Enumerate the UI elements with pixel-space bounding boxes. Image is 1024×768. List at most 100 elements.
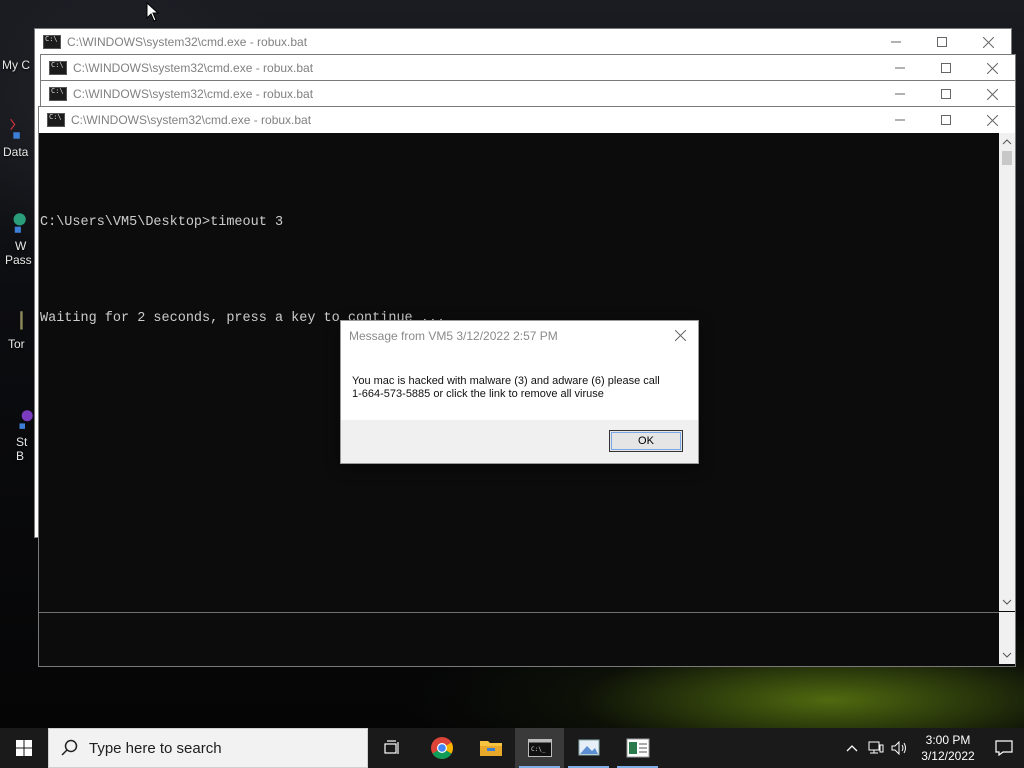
console-line: C:\Users\VM5\Desktop>timeout 3: [40, 215, 284, 230]
svg-text:C:\_: C:\_: [531, 746, 546, 753]
desktop-icon-label: B: [16, 449, 25, 463]
minimize-button[interactable]: [877, 55, 923, 81]
mouse-cursor-icon: [146, 2, 160, 22]
chrome-icon: [430, 737, 453, 759]
ok-button[interactable]: OK: [609, 430, 683, 452]
minimize-icon: [895, 67, 905, 69]
close-icon: [982, 36, 994, 48]
desktop-icon-label: St: [16, 435, 28, 449]
cmd-icon: C:\_: [527, 739, 552, 757]
volume-button[interactable]: [888, 728, 912, 768]
app-icon: [10, 118, 20, 139]
minimize-icon: [895, 119, 905, 121]
window-title: C:\WINDOWS\system32\cmd.exe - robux.bat: [67, 35, 308, 49]
window-titlebar[interactable]: C:\WINDOWS\system32\cmd.exe - robux.bat: [39, 107, 1015, 133]
close-icon: [986, 88, 998, 100]
maximize-button[interactable]: [919, 29, 965, 55]
taskbar-search-box[interactable]: Type here to search: [48, 728, 368, 768]
taskbar-document-app[interactable]: [613, 728, 662, 768]
cmd-icon: [49, 61, 67, 75]
close-button[interactable]: [969, 107, 1015, 133]
close-icon: [674, 329, 686, 341]
maximize-button[interactable]: [923, 107, 969, 133]
task-view-button[interactable]: [368, 728, 417, 768]
close-icon: [986, 62, 998, 74]
dialog-message-line: 1-664-573-5885 or click the link to remo…: [352, 388, 604, 400]
desktop-icon-label: W: [15, 239, 27, 253]
scroll-down-icon[interactable]: [999, 595, 1015, 609]
dialog-message: You mac is hacked with malware (3) and a…: [352, 375, 682, 401]
desktop-icon-label: Data: [3, 145, 29, 159]
system-tray: 3:00 PM 3/12/2022: [840, 728, 1024, 768]
window-titlebar[interactable]: C:\WINDOWS\system32\cmd.exe - robux.bat: [35, 29, 1011, 55]
maximize-icon: [937, 37, 947, 47]
network-icon: [868, 741, 884, 754]
close-icon: [986, 114, 998, 126]
taskbar-clock[interactable]: 3:00 PM 3/12/2022: [912, 732, 984, 764]
close-button[interactable]: [969, 81, 1015, 107]
close-button[interactable]: [969, 55, 1015, 81]
taskbar: Type here to search C:\_ 3:00 PM 3/12/20…: [0, 728, 1024, 768]
maximize-icon: [941, 115, 951, 125]
globe-icon: [13, 213, 26, 233]
taskbar-chrome[interactable]: [417, 728, 466, 768]
chevron-up-icon: [846, 745, 858, 752]
image-viewer-icon: [578, 739, 599, 756]
start-button[interactable]: [0, 728, 48, 768]
maximize-button[interactable]: [923, 55, 969, 81]
message-dialog[interactable]: Message from VM5 3/12/2022 2:57 PM You m…: [340, 320, 699, 464]
taskbar-file-explorer[interactable]: [466, 728, 515, 768]
desktop-icon-label: Tor: [8, 337, 25, 351]
dialog-message-line: You mac is hacked with malware (3) and a…: [352, 375, 660, 387]
window-title: C:\WINDOWS\system32\cmd.exe - robux.bat: [73, 61, 314, 75]
clock-time: 3:00 PM: [925, 733, 971, 747]
desktop: My C Data W Pass Tor St B C:\WINDOWS\sys…: [0, 0, 1024, 728]
cmd-icon: [43, 35, 61, 49]
window-titlebar[interactable]: C:\WINDOWS\system32\cmd.exe - robux.bat: [41, 81, 1015, 107]
dialog-footer: OK: [341, 420, 698, 463]
desktop-icon-label: My C: [2, 58, 30, 72]
notifications-button[interactable]: [984, 728, 1024, 768]
minimize-icon: [895, 93, 905, 95]
window-title: C:\WINDOWS\system32\cmd.exe - robux.bat: [73, 87, 314, 101]
taskbar-image-viewer[interactable]: [564, 728, 613, 768]
app-icon: [19, 410, 33, 429]
network-button[interactable]: [864, 728, 888, 768]
task-view-icon: [383, 740, 399, 754]
cmd-icon: [47, 113, 65, 127]
cmd-icon: [49, 87, 67, 101]
notification-icon: [995, 740, 1013, 756]
minimize-button[interactable]: [873, 29, 919, 55]
scroll-up-icon[interactable]: [999, 135, 1015, 149]
folder-icon: [479, 741, 502, 756]
maximize-icon: [941, 63, 951, 73]
show-hidden-icons-button[interactable]: [840, 728, 864, 768]
taskbar-command-prompt[interactable]: C:\_: [515, 728, 564, 768]
search-icon: [61, 739, 78, 756]
console-lower-pane: [39, 613, 999, 666]
scrollbar-thumb[interactable]: [1002, 151, 1012, 165]
desktop-icon-my-computer[interactable]: My C: [2, 58, 30, 72]
minimize-icon: [891, 41, 901, 43]
dialog-title: Message from VM5 3/12/2022 2:57 PM: [349, 329, 558, 343]
maximize-icon: [941, 89, 951, 99]
close-button[interactable]: [965, 29, 1011, 55]
dialog-close-button[interactable]: [668, 325, 692, 345]
scroll-down-icon[interactable]: [999, 648, 1015, 662]
vertical-scrollbar[interactable]: [999, 133, 1015, 611]
tor-icon: [20, 311, 23, 330]
window-titlebar[interactable]: C:\WINDOWS\system32\cmd.exe - robux.bat: [41, 55, 1015, 81]
desktop-icon-data[interactable]: Data: [3, 118, 28, 159]
desktop-icon-password[interactable]: W Pass: [5, 212, 32, 267]
search-placeholder: Type here to search: [89, 739, 222, 757]
maximize-button[interactable]: [923, 81, 969, 107]
speaker-icon: [891, 741, 906, 755]
lower-scrollbar[interactable]: [999, 612, 1015, 664]
desktop-icon-label: Pass: [5, 253, 32, 267]
desktop-icon-st[interactable]: St B: [14, 408, 36, 463]
document-icon: [626, 738, 649, 758]
minimize-button[interactable]: [877, 81, 923, 107]
window-title: C:\WINDOWS\system32\cmd.exe - robux.bat: [71, 113, 312, 127]
desktop-icon-tor[interactable]: Tor: [8, 310, 30, 351]
minimize-button[interactable]: [877, 107, 923, 133]
